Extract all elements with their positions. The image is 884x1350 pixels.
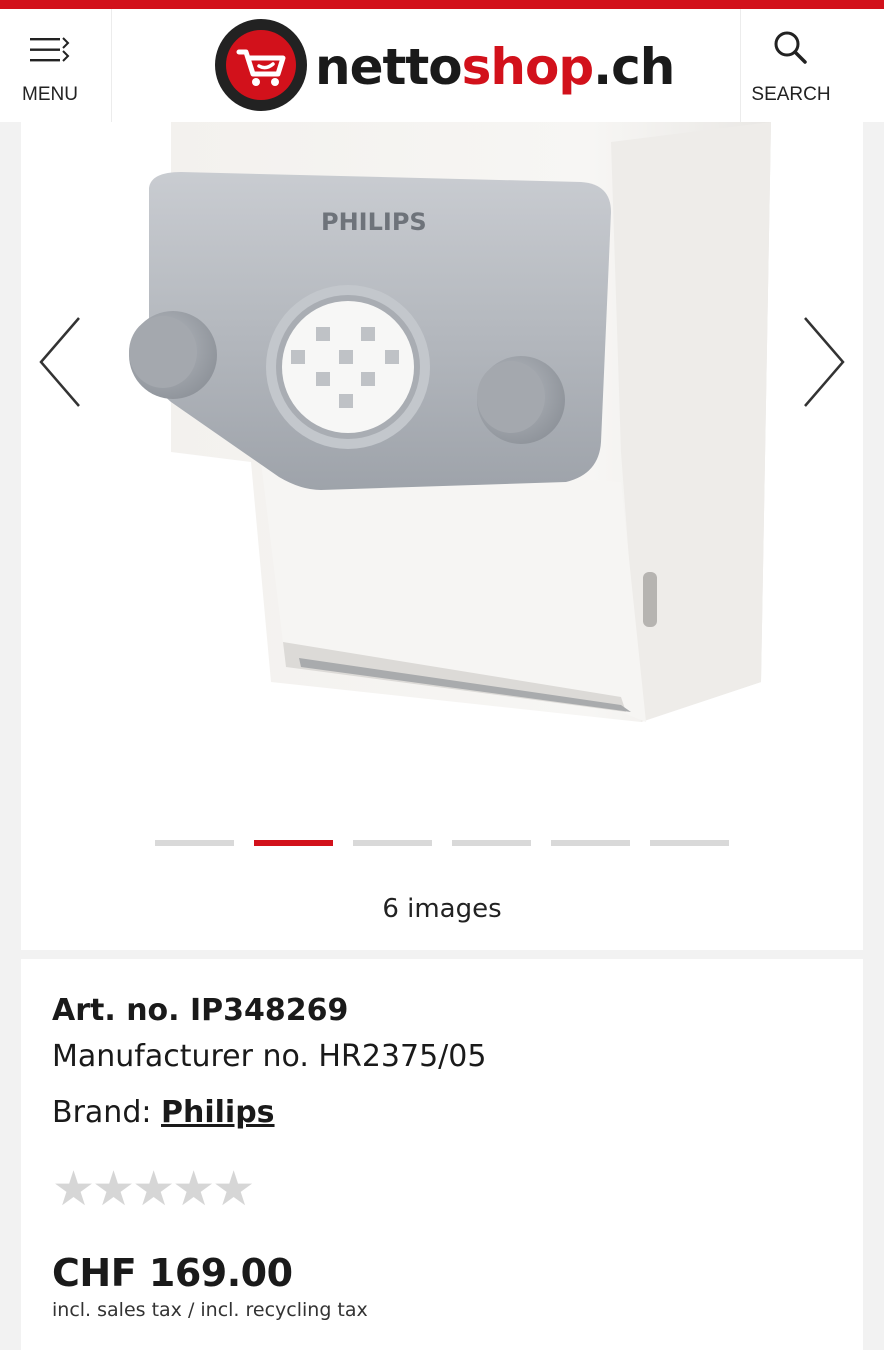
search-button[interactable]: SEARCH [740,9,884,122]
logo-wordmark: nettoshop.ch [315,37,675,97]
previous-image-button[interactable] [35,312,85,412]
pagination-dot[interactable] [551,840,630,846]
chevron-right-icon [804,317,845,407]
brand-prefix: Brand: [52,1095,161,1130]
brand-row: Brand: Philips [52,1095,275,1130]
menu-label: MENU [22,84,78,105]
logo-text-red: shop [461,38,594,96]
product-gallery: PHILIPS 6 images [21,122,863,950]
menu-button[interactable]: MENU [0,9,112,122]
logo-text-dark: netto [315,38,463,96]
article-number: Art. no. IP348269 [52,993,349,1028]
next-image-button[interactable] [799,312,849,412]
logo-text-suffix: .ch [593,38,675,96]
pagination-dot[interactable] [452,840,531,846]
product-price: CHF 169.00 [52,1251,293,1295]
pagination-dot[interactable] [155,840,234,846]
pagination-dot[interactable] [353,840,432,846]
menu-icon [30,37,70,62]
chevron-left-icon [39,317,80,407]
product-info-card: Art. no. IP348269 Manufacturer no. HR237… [21,959,863,1350]
image-count-label: 6 images [382,894,502,924]
cart-logo-icon [215,19,307,111]
site-header: MENU nettoshop.ch SEARCH [0,9,884,122]
product-image[interactable]: PHILIPS [21,122,863,802]
pagination-dot[interactable] [254,840,333,846]
search-icon [774,31,807,64]
top-accent-bar [0,0,884,9]
product-brand-print: PHILIPS [321,208,427,236]
brand-link[interactable]: Philips [161,1095,275,1130]
tax-note: incl. sales tax / incl. recycling tax [52,1299,368,1321]
search-label: SEARCH [751,84,831,105]
manufacturer-number: Manufacturer no. HR2375/05 [52,1039,487,1074]
rating-stars[interactable]: ★★★★★ [52,1163,255,1215]
pagination-dot[interactable] [650,840,729,846]
site-logo[interactable]: nettoshop.ch [215,19,675,111]
